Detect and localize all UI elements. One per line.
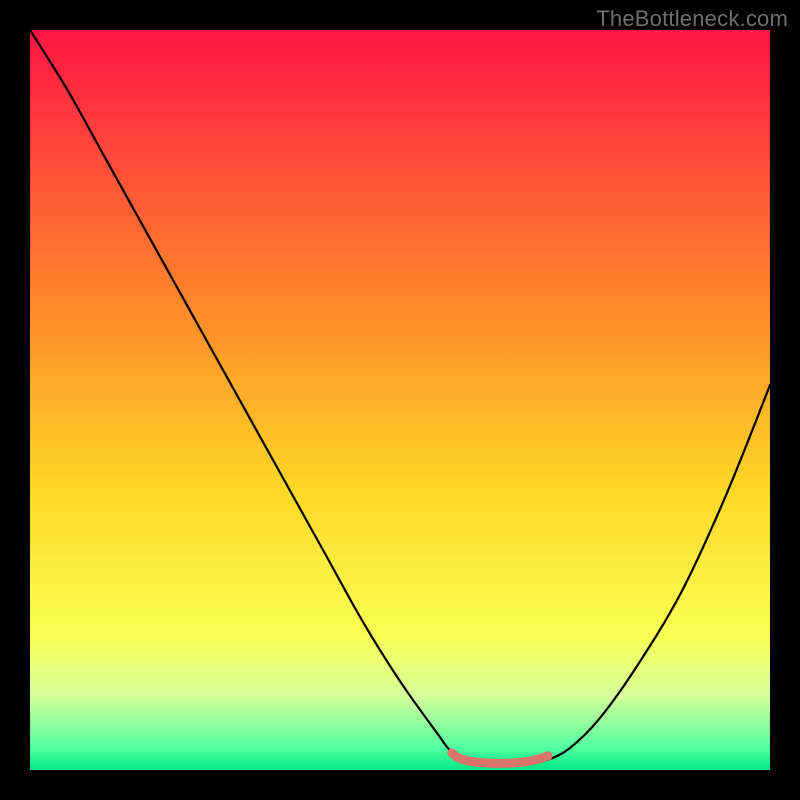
watermark-text: TheBottleneck.com xyxy=(596,6,788,32)
chart-svg xyxy=(30,30,770,770)
gradient-background xyxy=(30,30,770,770)
plot-area xyxy=(30,30,770,770)
chart-container: TheBottleneck.com xyxy=(0,0,800,800)
